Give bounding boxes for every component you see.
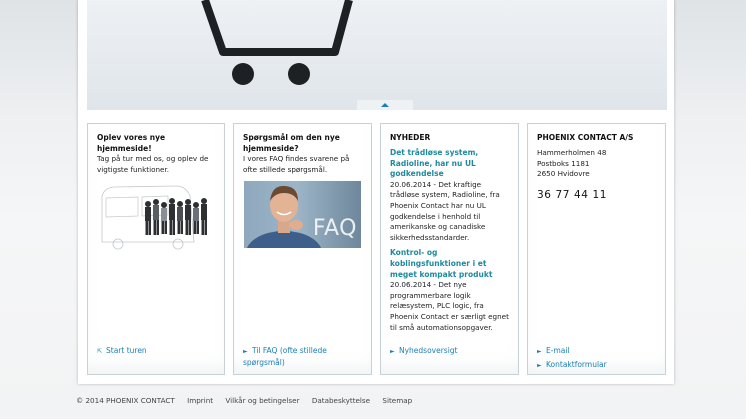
copyright: © 2014 PHOENIX CONTACT	[76, 396, 175, 405]
news-item-text: 20.06.2014 - Det nye programmerbare logi…	[390, 280, 509, 332]
tour-title: Oplev vores nye hjemmeside!	[97, 133, 166, 153]
phone-number: 36 77 44 11	[537, 188, 608, 201]
arrow-right-icon: ►	[537, 362, 542, 369]
hero-banner	[87, 0, 667, 110]
start-tour-link[interactable]: ⇱ Start turen	[97, 346, 147, 358]
contact-form-link[interactable]: ► Kontaktformular	[537, 360, 607, 372]
start-tour-label: Start turen	[106, 346, 147, 355]
footer: © 2014 PHOENIX CONTACT Imprint Vilkår og…	[76, 396, 422, 405]
tour-box: Oplev vores nye hjemmeside! Tag på tur m…	[87, 123, 225, 375]
contact-heading: PHOENIX CONTACT A/S	[537, 133, 634, 142]
arrow-right-icon: ►	[537, 348, 542, 355]
external-link-icon: ⇱	[97, 348, 103, 355]
news-item-title[interactable]: Det trådløse system, Radioline, har nu U…	[390, 148, 512, 180]
news-item-text: 20.06.2014 - Det kraftige trådløse syste…	[390, 179, 500, 242]
footer-link-terms[interactable]: Vilkår og betingelser	[225, 396, 299, 405]
news-box: NYHEDER Det trådløse system, Radioline, …	[380, 123, 519, 375]
faq-link[interactable]: ► Til FAQ (ofte stillede spørgsmål)	[243, 346, 371, 368]
hero-collapse-tab[interactable]	[357, 100, 413, 110]
email-label: E-mail	[546, 346, 570, 355]
faq-link-label: Til FAQ (ofte stillede spørgsmål)	[243, 346, 327, 367]
address-line: Hammerholmen 48	[537, 148, 607, 157]
news-heading: NYHEDER	[390, 133, 431, 142]
address-line: Postboks 1181	[537, 158, 590, 168]
news-item-title[interactable]: Kontrol- og koblingsfunktioner i et mege…	[390, 248, 512, 280]
email-link[interactable]: ► E-mail	[537, 346, 570, 358]
up-arrow-icon	[381, 103, 389, 107]
faq-text: I vores FAQ findes svarene på ofte still…	[243, 154, 350, 174]
address-line: 2650 Hvidovre	[537, 169, 590, 179]
faq-image: FAQ	[244, 181, 361, 248]
arrow-right-icon: ►	[390, 348, 395, 355]
footer-link-sitemap[interactable]: Sitemap	[382, 396, 412, 405]
arrow-right-icon: ►	[243, 348, 248, 355]
news-overview-label: Nyhedsoversigt	[399, 346, 458, 355]
contact-box: PHOENIX CONTACT A/S Hammerholmen 48 Post…	[527, 123, 666, 375]
news-overview-link[interactable]: ► Nyhedsoversigt	[390, 346, 458, 358]
faq-image-label: FAQ	[312, 216, 357, 241]
tour-text: Tag på tur med os, og oplev de vigtigste…	[97, 154, 209, 174]
faq-box: Spørgsmål om den nye hjemmeside? I vores…	[233, 123, 372, 375]
shopping-cart-icon	[201, 0, 353, 85]
bus-people-illustration	[101, 185, 207, 250]
faq-title: Spørgsmål om den nye hjemmeside?	[243, 133, 340, 153]
contact-form-label: Kontaktformular	[546, 360, 607, 369]
footer-link-imprint[interactable]: Imprint	[187, 396, 213, 405]
footer-link-privacy[interactable]: Databeskyttelse	[312, 396, 370, 405]
